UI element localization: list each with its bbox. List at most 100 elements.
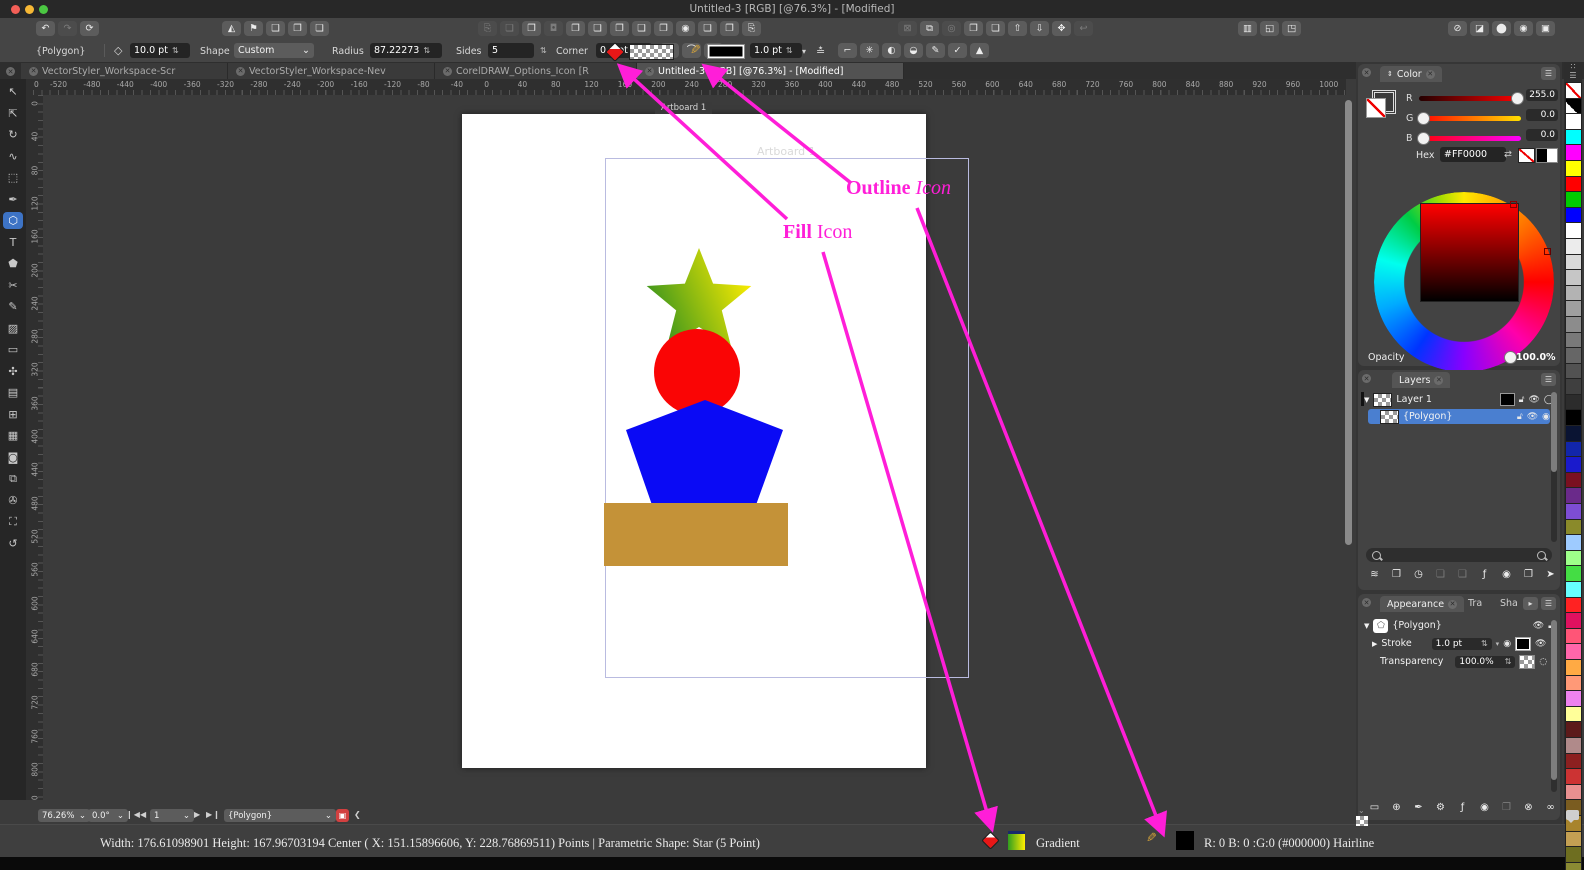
color-swatch[interactable] [1566,239,1581,255]
sides-field[interactable]: 5 [488,43,534,58]
undo-icon[interactable]: ↶ [36,21,55,36]
stroke-property-row[interactable]: ▶ Stroke 1.0 pt⇅ ▾ ◉ 👁︎ [1372,636,1554,651]
page-number-dropdown[interactable]: 1⌄ [150,809,194,822]
artboard-export-icon[interactable]: ◳ [1282,21,1301,36]
apply-icon[interactable]: ✓ [948,43,967,58]
black-white-swatch[interactable] [1536,148,1558,163]
layers-scrollbar[interactable] [1551,392,1557,542]
pressure-icon[interactable]: ▲ [970,43,989,58]
status-fill-icon[interactable] [984,834,997,850]
open-external-icon[interactable]: ⧉ [920,21,939,36]
color-swatch[interactable] [1566,426,1581,442]
paste-icon[interactable]: ❏ [500,21,519,36]
color-swatch[interactable] [1566,691,1581,707]
rectangle-tool[interactable]: ▭ [3,341,23,358]
color-swatch[interactable] [1566,333,1581,349]
close-all-tabs-icon[interactable]: ✕ [6,67,15,76]
panel-close-icon[interactable]: ✕ [1362,598,1371,607]
last-page-button[interactable]: ▶❙ [206,810,221,819]
layer-row-selected[interactable]: {Polygon} 🔓︎ 👁︎ ◉ [1368,409,1550,424]
pixel-preview-icon[interactable]: ▣ [1536,21,1555,36]
gradient-tool[interactable]: ▨ [3,320,23,337]
dash-options-icon[interactable]: ✳ [860,43,879,58]
close-tab-icon[interactable]: ✕ [1448,600,1457,609]
color-swatch[interactable] [1566,863,1581,870]
transparency-field[interactable]: 100.0%⇅ [1455,656,1515,668]
add-stroke-icon[interactable]: ✒ [1410,800,1427,815]
sync-document-icon[interactable]: ⟳ [80,21,99,36]
color-swatch[interactable] [1566,83,1581,99]
link-target-icon[interactable]: ◉ [676,21,695,36]
color-swatch[interactable] [1566,208,1581,224]
mask-view-icon[interactable]: ◪ [1470,21,1489,36]
horizontal-ruler[interactable]: 0-520-480-440-400-360-320-280-240-200-16… [26,79,1346,95]
green-value[interactable]: 0.0 [1526,109,1558,121]
stroke-width-dropdown[interactable]: ▾ [802,47,806,56]
polygon-tool[interactable]: ⬡ [3,212,23,229]
prev-page-button[interactable]: ◀ [140,810,147,819]
more-tabs-icon[interactable]: ▸ [1523,597,1538,610]
appearance-object-row[interactable]: ▼ ⬠ {Polygon} 👁︎ 🔓︎ [1364,618,1554,633]
transparency-panel-tab[interactable]: Tra [1468,598,1482,609]
color-swatch[interactable] [1566,582,1581,598]
style-effects-icon[interactable]: ƒ [1454,800,1471,815]
direct-select-tool[interactable]: ⇱ [3,105,23,122]
paste-style-icon[interactable]: ⎘ [478,21,497,36]
color-swatch[interactable] [1566,348,1581,364]
hue-marker[interactable] [1544,248,1551,255]
layer-name[interactable]: Layer 1 [1396,394,1495,405]
copy-style-icon[interactable]: ❐ [522,21,541,36]
blend-tool[interactable]: ⧉ [3,470,23,487]
layer-snapshot-icon[interactable]: ◉ [1498,567,1515,582]
shadow-panel-tab[interactable]: Sha [1500,598,1518,609]
layer-merge-icon[interactable]: ❑ [1454,567,1471,582]
redo-icon[interactable]: ↷ [58,21,77,36]
color-swatch[interactable] [1566,551,1581,567]
layer-row[interactable]: ▼ Layer 1 🔓︎ 👁︎ ◯ [1364,392,1554,407]
clone-stack-icon[interactable]: ❐ [610,21,629,36]
color-swatch[interactable] [1566,379,1581,395]
panel-menu-icon[interactable]: ☰ [1541,373,1556,386]
snap-toggle-button[interactable]: ▣ [336,809,349,822]
fill-proxy-swatch[interactable] [1366,98,1386,118]
color-swatch[interactable] [1566,114,1581,130]
canvas-vertical-scrollbar[interactable] [1344,96,1353,800]
blue-slider[interactable] [1419,136,1521,141]
rotation-dropdown[interactable]: 0.0°⌄ [88,809,128,822]
flag-icon[interactable]: ⚑ [244,21,263,36]
symbol-tool[interactable]: ◙ [3,449,23,466]
color-swatch[interactable] [1566,395,1581,411]
disclosure-icon[interactable]: ▼ [1364,396,1369,404]
mesh-tool[interactable]: ▤ [3,384,23,401]
clone-link-icon[interactable]: ❏ [588,21,607,36]
layers-search-field[interactable] [1366,548,1552,562]
color-swatch[interactable] [1566,410,1581,426]
layer-duplicate-icon[interactable]: ❐ [1388,567,1405,582]
color-swatch[interactable] [1566,130,1581,146]
dock-transparency-icon[interactable] [1356,816,1368,826]
stroke-width-field[interactable]: 1.0 pt⇅ [750,43,802,58]
color-swatch[interactable] [1566,270,1581,286]
transform-copy-icon[interactable]: ❏ [310,21,329,36]
color-swatch[interactable] [1566,754,1581,770]
artboard-grid-icon[interactable]: ▥ [1238,21,1257,36]
copy-dot-icon[interactable]: ◘ [544,21,563,36]
layer-color-swatch[interactable] [1500,393,1515,406]
marquee-tool[interactable]: ⬚ [3,169,23,186]
appearance-panel-tab[interactable]: Appearance✕ [1380,596,1464,612]
add-fill-icon[interactable]: ▭ [1366,800,1383,815]
fill-icon[interactable] [608,45,622,62]
fill-swatch[interactable] [629,44,674,60]
layer-effects-icon[interactable]: ƒ [1476,567,1493,582]
duplicate-object-icon[interactable]: ❐ [288,21,307,36]
next-page-button[interactable]: ▶ [194,810,201,819]
layer-name[interactable]: {Polygon} [1403,411,1513,422]
color-swatch[interactable] [1566,161,1581,177]
clone-mirror-icon[interactable]: ❐ [720,21,739,36]
close-tab-icon[interactable]: ✕ [1434,376,1443,385]
style-snapshot-icon[interactable]: ◉ [1476,800,1493,815]
lasso-tool[interactable]: ∿ [3,148,23,165]
lock-icon[interactable]: 🔓︎ [1519,395,1525,405]
rotate-view-tool[interactable]: ↻ [3,126,23,143]
mask-shape-icon[interactable]: ◭ [222,21,241,36]
